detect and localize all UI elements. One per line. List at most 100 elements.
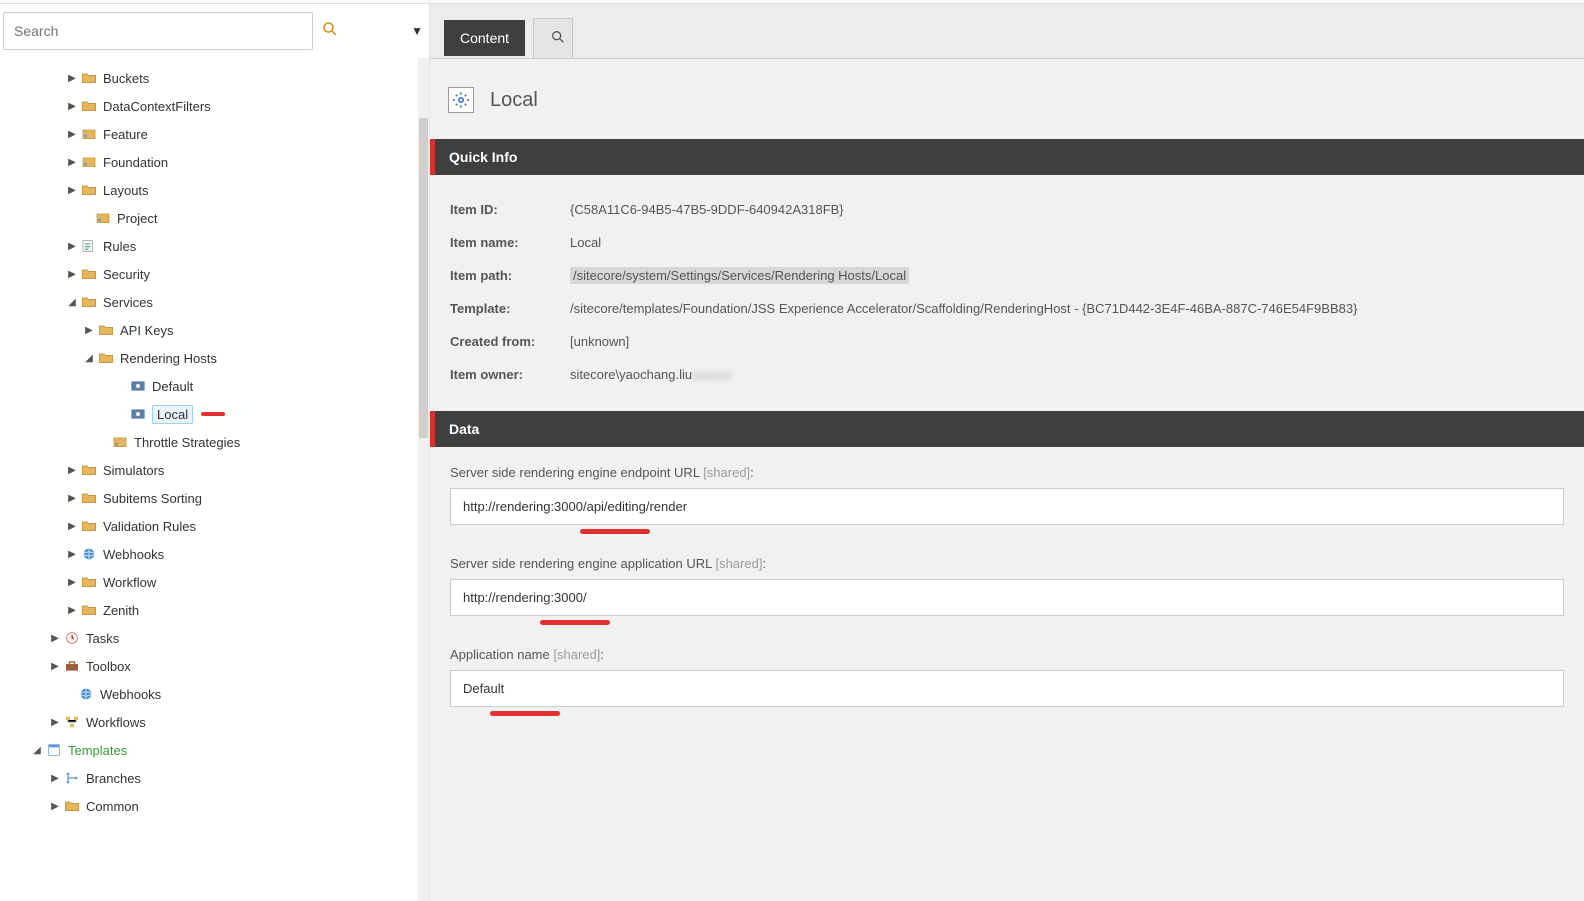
tree-label: Workflow [103, 575, 156, 590]
expander-icon[interactable]: ▶ [48, 633, 62, 644]
tree-label: Webhooks [100, 687, 161, 702]
tab-content[interactable]: Content [444, 20, 525, 56]
workflow-icon [64, 714, 80, 730]
quick-info-table: Item ID:{C58A11C6-94B5-47B5-9DDF-640942A… [430, 175, 1584, 411]
expander-icon[interactable]: ▶ [65, 521, 79, 532]
expander-icon[interactable]: ▶ [65, 465, 79, 476]
section-data[interactable]: Data [430, 411, 1584, 447]
tree-item-rendering-hosts[interactable]: ◢ Rendering Hosts [0, 344, 429, 372]
expander-icon[interactable]: ▶ [65, 129, 79, 140]
tree-scrollbar[interactable] [418, 58, 429, 901]
tree-item-api-keys[interactable]: ▶ API Keys [0, 316, 429, 344]
input-application-url[interactable] [450, 579, 1564, 616]
section-quick-info[interactable]: Quick Info [430, 139, 1584, 175]
annotation-mark [490, 711, 560, 716]
content-tree: ▶Buckets▶DataContextFilters▶Feature▶Foun… [0, 58, 429, 901]
tree-item-security[interactable]: ▶Security [0, 260, 429, 288]
input-application-name[interactable] [450, 670, 1564, 707]
folder-icon [81, 462, 97, 478]
search-input[interactable] [3, 12, 313, 50]
expander-icon[interactable]: ▶ [65, 101, 79, 112]
expander-icon[interactable]: ▶ [65, 185, 79, 196]
value-created-from: [unknown] [570, 334, 629, 349]
search-dropdown-icon[interactable]: ▼ [411, 24, 423, 38]
eye-icon [130, 406, 146, 422]
tree-label: Templates [68, 743, 127, 758]
expander-icon[interactable]: ▶ [48, 717, 62, 728]
label-item-path: Item path: [450, 268, 570, 283]
tree-label: Layouts [103, 183, 149, 198]
label-item-name: Item name: [450, 235, 570, 250]
branch-icon [64, 770, 80, 786]
folder-icon [81, 574, 97, 590]
annotation-mark [201, 412, 225, 416]
expander-icon[interactable]: ▶ [65, 577, 79, 588]
tree-item-webhooks[interactable]: ▶Webhooks [0, 540, 429, 568]
tree-item-common[interactable]: ▶Common [0, 792, 429, 820]
expander-icon[interactable]: ◢ [30, 745, 44, 756]
tree-item-workflows[interactable]: ▶Workflows [0, 708, 429, 736]
tree-label: Feature [103, 127, 148, 142]
tree-item-simulators[interactable]: ▶ Simulators [0, 456, 429, 484]
tree-item-throttle-strategies[interactable]: Throttle Strategies [0, 428, 429, 456]
expander-icon[interactable]: ▶ [65, 73, 79, 84]
tree-label: Buckets [103, 71, 149, 86]
expander-icon[interactable]: ▶ [65, 241, 79, 252]
expander-icon[interactable]: ▶ [65, 493, 79, 504]
expander-icon[interactable]: ◢ [65, 297, 79, 308]
expander-icon[interactable]: ▶ [48, 661, 62, 672]
tree-label: Foundation [103, 155, 168, 170]
tree-item-foundation[interactable]: ▶ Foundation [0, 148, 429, 176]
tree-item-local[interactable]: Local [0, 400, 429, 428]
tree-label: Subitems Sorting [103, 491, 202, 506]
tree-item-feature[interactable]: ▶ Feature [0, 120, 429, 148]
template-icon [46, 742, 62, 758]
tree-label: API Keys [120, 323, 173, 338]
content-tabs: Content [430, 4, 1584, 59]
tree-item-workflow[interactable]: ▶ Workflow [0, 568, 429, 596]
gear-icon [448, 87, 474, 113]
tree-item-default[interactable]: Default [0, 372, 429, 400]
tree-item-validation-rules[interactable]: ▶Validation Rules [0, 512, 429, 540]
input-endpoint-url[interactable] [450, 488, 1564, 525]
expander-icon[interactable]: ▶ [65, 549, 79, 560]
tree-item-webhooks[interactable]: Webhooks [0, 680, 429, 708]
expander-icon[interactable]: ◢ [82, 353, 96, 364]
tree-item-layouts[interactable]: ▶ Layouts [0, 176, 429, 204]
tree-item-buckets[interactable]: ▶ Buckets [0, 64, 429, 92]
tree-item-datacontextfilters[interactable]: ▶DataContextFilters [0, 92, 429, 120]
tasks-icon [64, 630, 80, 646]
tree-label: Branches [86, 771, 141, 786]
tab-search[interactable] [533, 18, 573, 58]
tree-item-templates[interactable]: ◢ Templates [0, 736, 429, 764]
search-icon[interactable] [321, 20, 339, 43]
expander-icon[interactable]: ▶ [65, 157, 79, 168]
toolbox-icon [64, 658, 80, 674]
expander-icon[interactable]: ▶ [48, 801, 62, 812]
value-template: /sitecore/templates/Foundation/JSS Exper… [570, 301, 1357, 316]
tree-item-subitems-sorting[interactable]: ▶ Subitems Sorting [0, 484, 429, 512]
tree-item-zenith[interactable]: ▶Zenith [0, 596, 429, 624]
expander-icon[interactable]: ▶ [82, 325, 96, 336]
folder-icon [64, 798, 80, 814]
folder-icon [81, 602, 97, 618]
label-created-from: Created from: [450, 334, 570, 349]
expander-icon[interactable]: ▶ [65, 269, 79, 280]
tree-item-rules[interactable]: ▶ Rules [0, 232, 429, 260]
tree-item-project[interactable]: Project [0, 204, 429, 232]
tree-label: Toolbox [86, 659, 131, 674]
tree-item-tasks[interactable]: ▶Tasks [0, 624, 429, 652]
label-item-owner: Item owner: [450, 367, 570, 382]
rules-icon [81, 238, 97, 254]
tree-label: Default [152, 379, 193, 394]
tree-item-branches[interactable]: ▶ Branches [0, 764, 429, 792]
tree-label: Rendering Hosts [120, 351, 217, 366]
tree-label: Simulators [103, 463, 164, 478]
scroll-thumb[interactable] [419, 118, 428, 438]
expander-icon[interactable]: ▶ [65, 605, 79, 616]
folder-icon [81, 518, 97, 534]
tree-item-toolbox[interactable]: ▶ Toolbox [0, 652, 429, 680]
expander-icon[interactable]: ▶ [48, 773, 62, 784]
tree-label: Rules [103, 239, 136, 254]
tree-item-services[interactable]: ◢Services [0, 288, 429, 316]
